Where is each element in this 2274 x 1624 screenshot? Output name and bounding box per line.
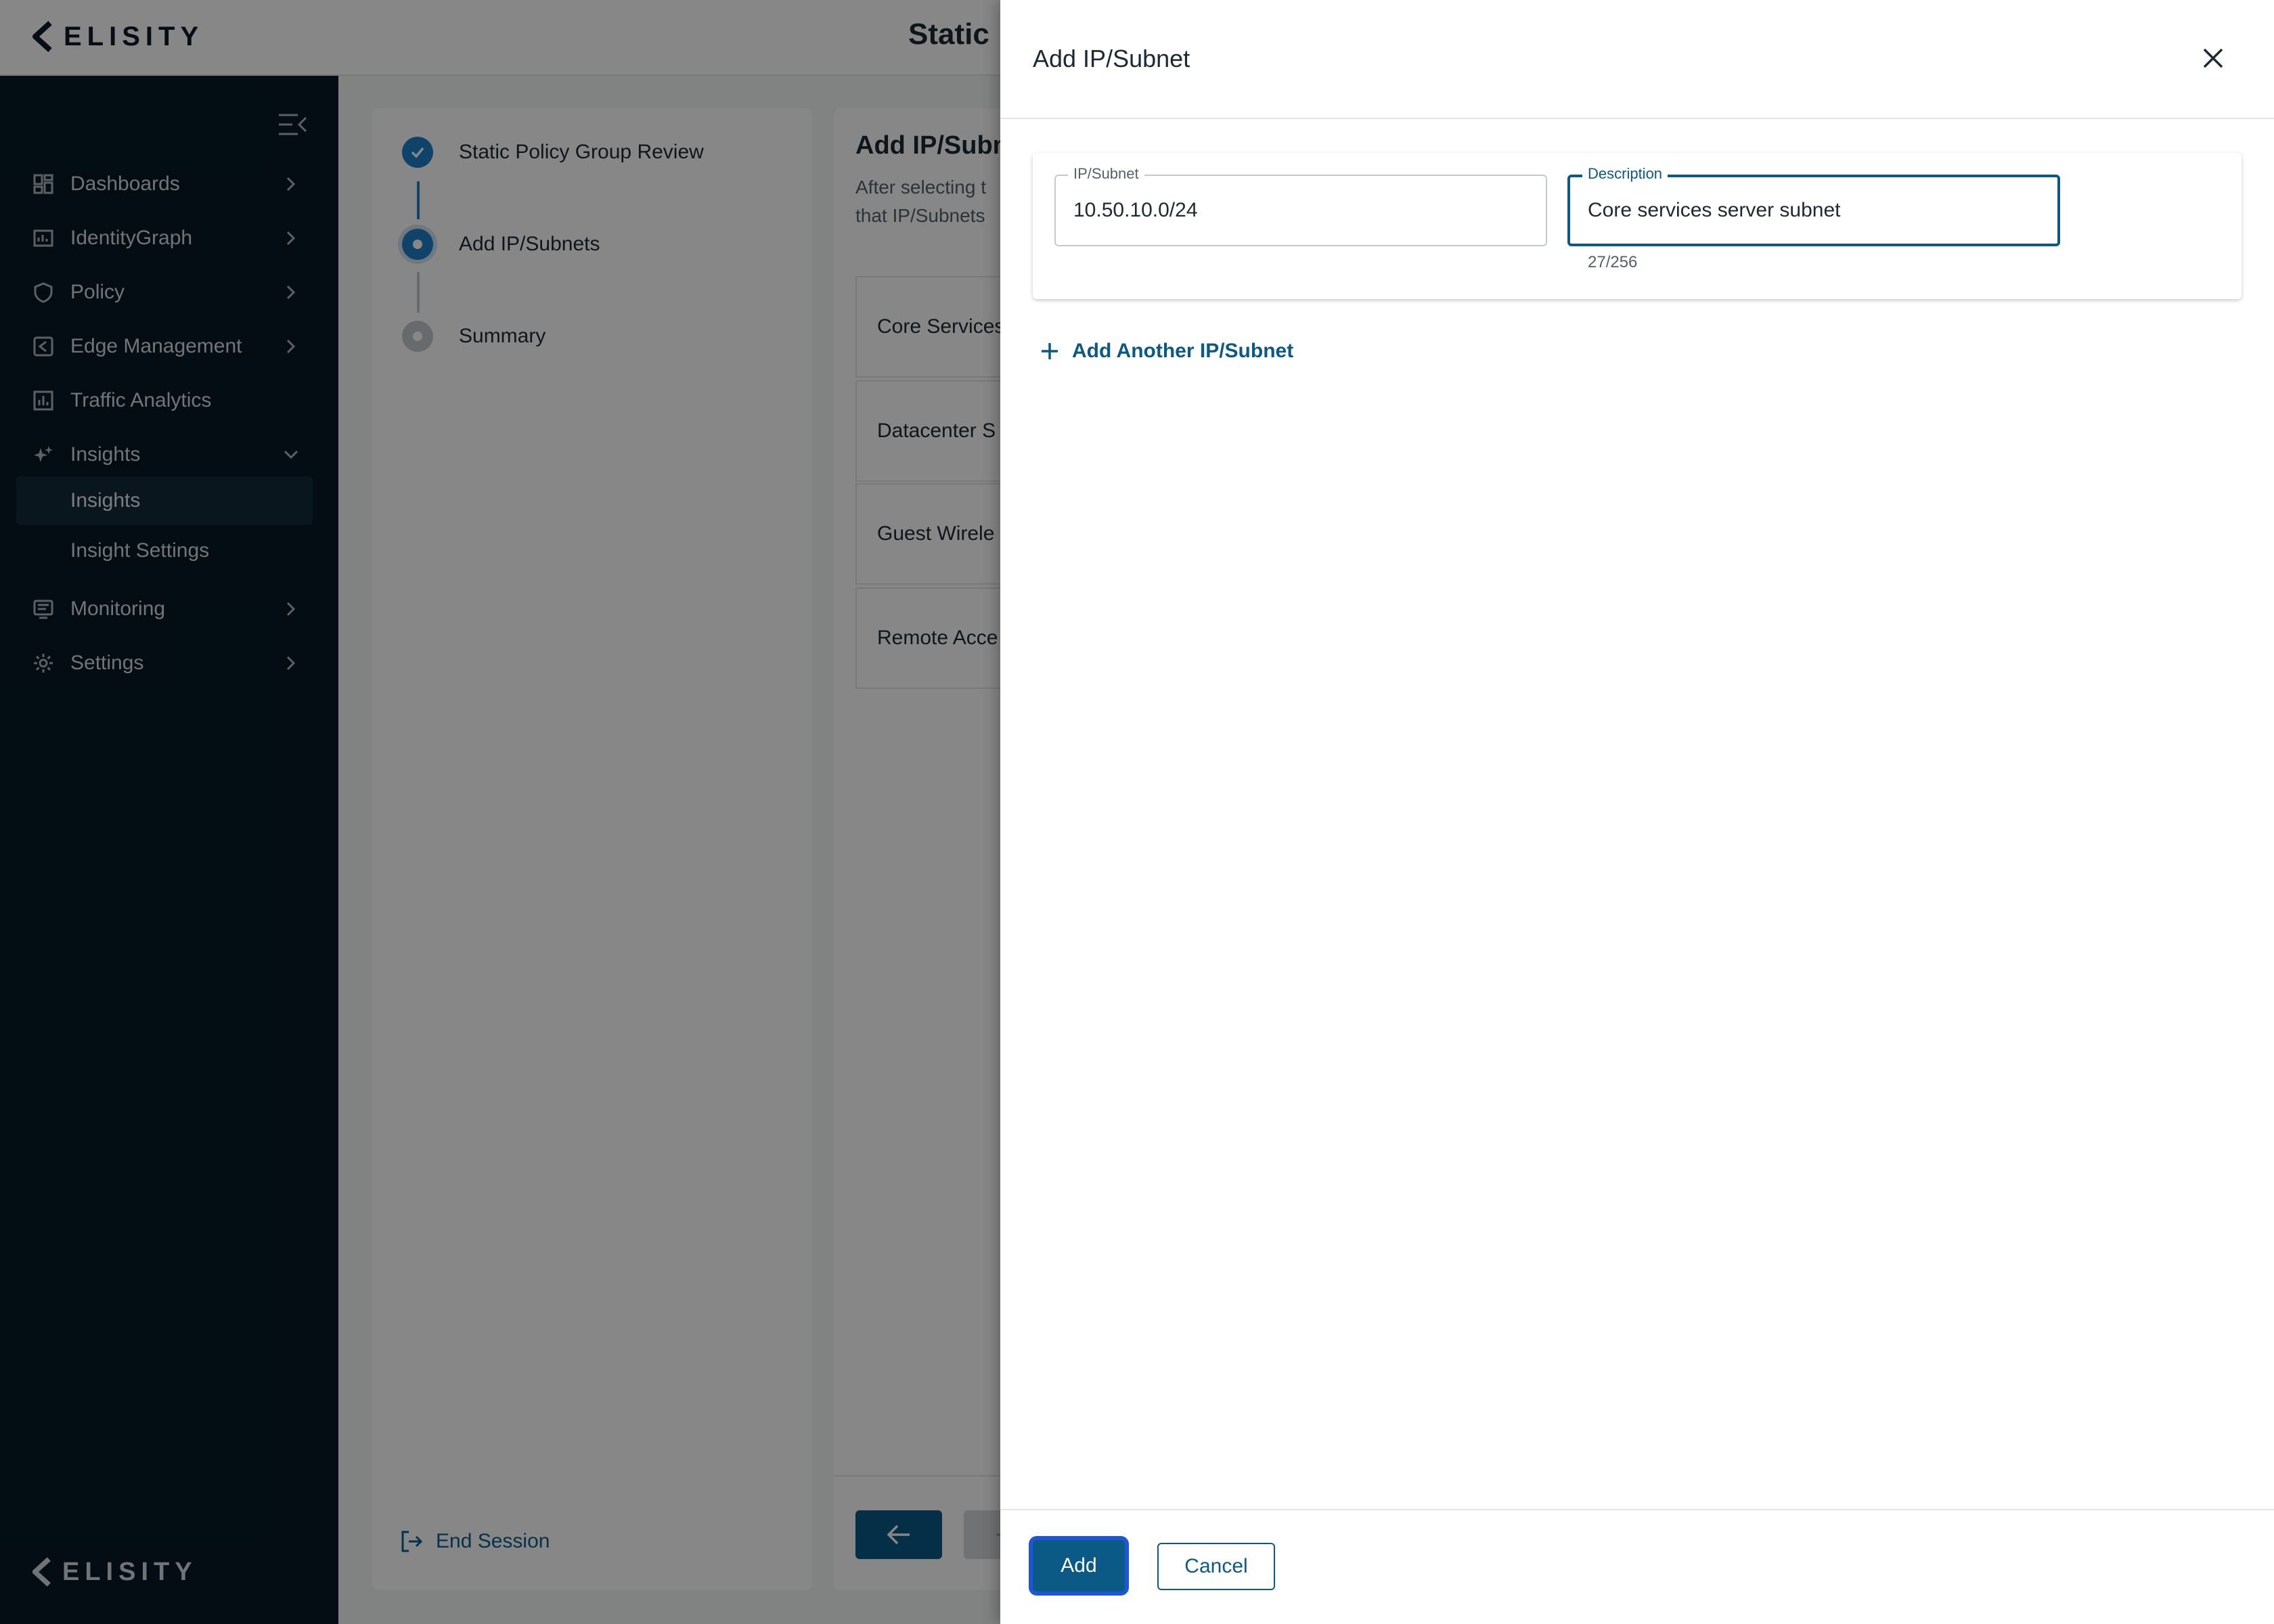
character-counter: 27/256: [1588, 253, 1638, 271]
drawer-header: Add IP/Subnet: [1000, 0, 2274, 119]
ip-subnet-input[interactable]: [1073, 199, 1520, 222]
description-label: Description: [1582, 165, 1668, 183]
plus-icon: [1042, 343, 1058, 359]
add-ip-subnet-drawer: Add IP/Subnet IP/Subnet Description 27/2…: [1000, 0, 2274, 1624]
add-button[interactable]: Add: [1033, 1540, 1125, 1592]
drawer-title: Add IP/Subnet: [1033, 45, 1190, 72]
add-another-ip-subnet-button[interactable]: Add Another IP/Subnet: [1040, 340, 1293, 363]
ip-subnet-label: IP/Subnet: [1068, 165, 1144, 183]
cancel-button[interactable]: Cancel: [1157, 1543, 1275, 1590]
ip-subnet-field[interactable]: IP/Subnet: [1054, 165, 1547, 246]
close-icon[interactable]: [2198, 43, 2228, 73]
description-input[interactable]: [1588, 199, 2034, 222]
ip-subnet-form-row: IP/Subnet Description 27/256: [1033, 153, 2242, 299]
add-another-label: Add Another IP/Subnet: [1072, 340, 1294, 362]
drawer-footer-divider: [1000, 1509, 2274, 1510]
description-field[interactable]: Description: [1567, 165, 2060, 246]
